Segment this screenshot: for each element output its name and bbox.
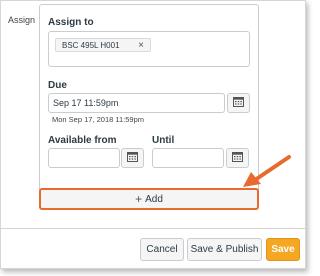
calendar-icon [233, 94, 244, 112]
assign-section-label: Assign [8, 15, 36, 25]
plus-icon: + [135, 192, 143, 206]
assign-dialog: Assign Assign to BSC 495L H001 × Due Sep… [0, 0, 306, 269]
calendar-icon [127, 149, 138, 167]
assign-to-input[interactable]: BSC 495L H001 × [48, 31, 250, 67]
available-from-picker-button[interactable] [121, 148, 144, 168]
assignee-token-label: BSC 495L H001 [62, 41, 120, 50]
until-input[interactable] [152, 148, 224, 168]
due-date-input[interactable]: Sep 17 11:59pm [48, 93, 225, 113]
available-from-input[interactable] [48, 148, 120, 168]
due-label: Due [48, 80, 67, 91]
until-label: Until [152, 135, 175, 146]
footer-divider [1, 228, 306, 229]
assignee-token: BSC 495L H001 × [55, 38, 151, 52]
due-date-hint: Mon Sep 17, 2018 11:59pm [52, 115, 145, 124]
save-and-publish-button[interactable]: Save & Publish [187, 238, 262, 261]
remove-token-icon[interactable]: × [138, 39, 144, 53]
add-button-label: Add [145, 193, 163, 205]
due-date-picker-button[interactable] [227, 93, 250, 113]
save-button[interactable]: Save [266, 238, 300, 261]
cancel-button[interactable]: Cancel [140, 238, 184, 261]
available-from-label: Available from [48, 135, 117, 146]
assign-to-label: Assign to [48, 17, 94, 28]
annotation-arrow [243, 155, 291, 187]
add-assignee-button[interactable]: + Add [39, 188, 259, 210]
